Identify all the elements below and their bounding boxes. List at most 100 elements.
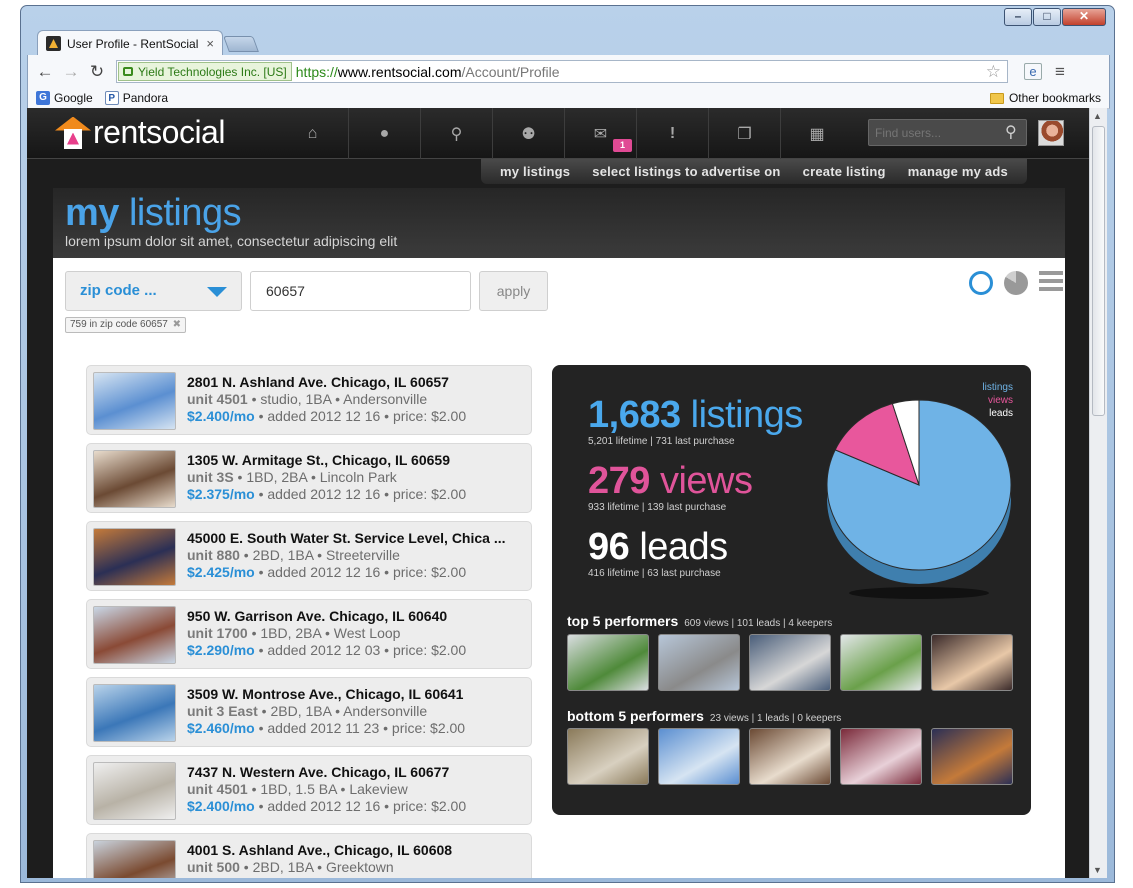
folder-icon (989, 92, 1004, 104)
find-users-search-icon[interactable]: ⚲ (1005, 122, 1017, 142)
pie-shadow (849, 587, 989, 599)
stat-leads-sub: 416 lifetime | 63 last purchase (588, 568, 721, 579)
listing-address[interactable]: 3509 W. Montrose Ave., Chicago, IL 60641 (187, 686, 527, 702)
bottom-performer-photo[interactable] (749, 728, 831, 785)
listing-text: 1305 W. Armitage St., Chicago, IL 60659 u… (187, 452, 527, 502)
stat-views-sub: 933 lifetime | 139 last purchase (588, 502, 727, 513)
chevron-down-icon (207, 287, 227, 297)
listing-address[interactable]: 7437 N. Western Ave. Chicago, IL 60677 (187, 764, 527, 780)
tab-user-profile[interactable]: User Profile - RentSocial × (37, 30, 223, 56)
forward-arrow-icon[interactable]: → (58, 62, 84, 82)
listing-photo[interactable] (93, 762, 176, 820)
listing-unit: unit 500 (187, 859, 240, 875)
top-performer-photo[interactable] (931, 634, 1013, 691)
ev-certificate-badge[interactable]: Yield Technologies Inc. [US] (118, 62, 292, 81)
listing-card[interactable]: 3509 W. Montrose Ave., Chicago, IL 60641… (86, 677, 532, 747)
subnav-my-listings[interactable]: my listings (500, 164, 570, 179)
listing-text: 4001 S. Ashland Ave., Chicago, IL 60608 u… (187, 842, 527, 876)
listing-pricing: $2.400/mo • added 2012 12 16 • price: $2… (187, 408, 527, 424)
minimize-button[interactable]: – (1004, 8, 1032, 26)
other-bookmarks[interactable]: Other bookmarks (989, 91, 1101, 105)
bottom-performer-photo[interactable] (840, 728, 922, 785)
top-performer-photo[interactable] (749, 634, 831, 691)
subnav-select-listings[interactable]: select listings to advertise on (592, 164, 780, 179)
listing-address[interactable]: 4001 S. Ashland Ave., Chicago, IL 60608 (187, 842, 527, 858)
page-subtitle: lorem ipsum dolor sit amet, consectetur … (65, 233, 398, 249)
listing-address[interactable]: 2801 N. Ashland Ave. Chicago, IL 60657 (187, 374, 527, 390)
rentsocial-logo[interactable]: rentsocial (55, 114, 225, 151)
extension-icon[interactable]: e (1024, 63, 1042, 80)
find-users-input[interactable] (868, 119, 1027, 146)
scroll-down-icon[interactable]: ▼ (1093, 865, 1102, 875)
scroll-thumb[interactable] (1092, 126, 1105, 416)
listing-card[interactable]: 1305 W. Armitage St., Chicago, IL 60659 u… (86, 443, 532, 513)
zip-code-input[interactable] (250, 271, 471, 311)
nav-alerts[interactable]: ! (637, 108, 709, 159)
tab-close-icon[interactable]: × (206, 36, 214, 51)
listing-meta: • added 2012 12 16 • price: $2.00 (254, 798, 467, 814)
zip-code-select[interactable]: zip code ... (65, 271, 242, 311)
new-tab-button[interactable] (223, 36, 259, 52)
listing-photo[interactable] (93, 450, 176, 508)
listing-text: 3509 W. Montrose Ave., Chicago, IL 60641… (187, 686, 527, 736)
subnav-manage-ads[interactable]: manage my ads (908, 164, 1008, 179)
listing-card[interactable]: 2801 N. Ashland Ave. Chicago, IL 60657 un… (86, 365, 532, 435)
view-switcher (958, 271, 1063, 295)
listing-card[interactable]: 4001 S. Ashland Ave., Chicago, IL 60608 u… (86, 833, 532, 878)
listing-photo[interactable] (93, 684, 176, 742)
listing-photo[interactable] (93, 372, 176, 430)
listing-address[interactable]: 1305 W. Armitage St., Chicago, IL 60659 (187, 452, 527, 468)
home-icon: ⌂ (307, 124, 318, 142)
page-scrollbar[interactable]: ▲ ▼ (1089, 108, 1107, 878)
message-count-badge: 1 (613, 139, 632, 152)
listing-card[interactable]: 7437 N. Western Ave. Chicago, IL 60677 un… (86, 755, 532, 825)
list-view-icon[interactable] (1039, 271, 1063, 295)
close-window-button[interactable]: ✕ (1062, 8, 1106, 26)
maximize-button[interactable]: □ (1033, 8, 1061, 26)
listing-card[interactable]: 45000 E. South Water St. Service Level, … (86, 521, 532, 591)
top-performer-photo[interactable] (658, 634, 740, 691)
listing-meta: • added 2012 11 23 • price: $2.00 (254, 720, 466, 736)
nav-home[interactable]: ⌂ (277, 108, 349, 159)
listing-card[interactable]: 950 W. Garrison Ave. Chicago, IL 60640 un… (86, 599, 532, 669)
remove-tag-icon[interactable]: ✖ (173, 319, 181, 330)
nav-profile[interactable]: ● (349, 108, 421, 159)
listing-photo[interactable] (93, 528, 176, 586)
chart-view-icon[interactable] (969, 271, 993, 295)
bottom-performer-photo[interactable] (658, 728, 740, 785)
avatar[interactable] (1038, 120, 1064, 146)
bookmark-star-icon[interactable]: ☆ (986, 62, 1001, 82)
listing-pricing: $2.375/mo • added 2012 12 16 • price: $2… (187, 486, 527, 502)
nav-listings[interactable]: ❐ (709, 108, 781, 159)
bottom-summary: 23 views | 1 leads | 0 keepers (709, 713, 842, 724)
top-performer-photo[interactable] (840, 634, 922, 691)
nav-messages[interactable]: ✉ 1 (565, 108, 637, 159)
stat-word: listings (680, 394, 804, 436)
nav-search[interactable]: ⚲ (421, 108, 493, 159)
bookmark-google[interactable]: G Google (36, 91, 93, 105)
bottom-performer-photo[interactable] (567, 728, 649, 785)
listing-details: unit 880 • 2BD, 1BA • Streeterville (187, 547, 527, 563)
listing-price: $2.400/mo (187, 798, 255, 814)
pie-view-icon[interactable] (1004, 271, 1028, 295)
reload-icon[interactable]: ↻ (84, 62, 110, 82)
listing-pricing: $2.460/mo • added 2012 11 23 • price: $2… (187, 720, 527, 736)
listing-photo[interactable] (93, 840, 176, 878)
listing-price: $2.290/mo (187, 642, 255, 658)
listing-address[interactable]: 950 W. Garrison Ave. Chicago, IL 60640 (187, 608, 527, 624)
scroll-up-icon[interactable]: ▲ (1093, 111, 1102, 121)
menu-icon[interactable]: ≡ (1048, 62, 1072, 82)
listing-photo[interactable] (93, 606, 176, 664)
nav-friends[interactable]: ⚉ (493, 108, 565, 159)
bottom-performer-photo[interactable] (931, 728, 1013, 785)
top-performer-photo[interactable] (567, 634, 649, 691)
address-bar[interactable]: Yield Technologies Inc. [US] https:// ww… (116, 60, 1008, 83)
stat-number: 279 (588, 460, 650, 502)
listing-price: $2.375/mo (187, 486, 255, 502)
nav-grid[interactable]: ▦ (781, 108, 853, 159)
bookmark-pandora[interactable]: P Pandora (104, 91, 168, 105)
listing-address[interactable]: 45000 E. South Water St. Service Level, … (187, 530, 527, 546)
apply-button[interactable]: apply (479, 271, 548, 311)
subnav-create-listing[interactable]: create listing (803, 164, 886, 179)
back-arrow-icon[interactable]: ← (32, 62, 58, 82)
